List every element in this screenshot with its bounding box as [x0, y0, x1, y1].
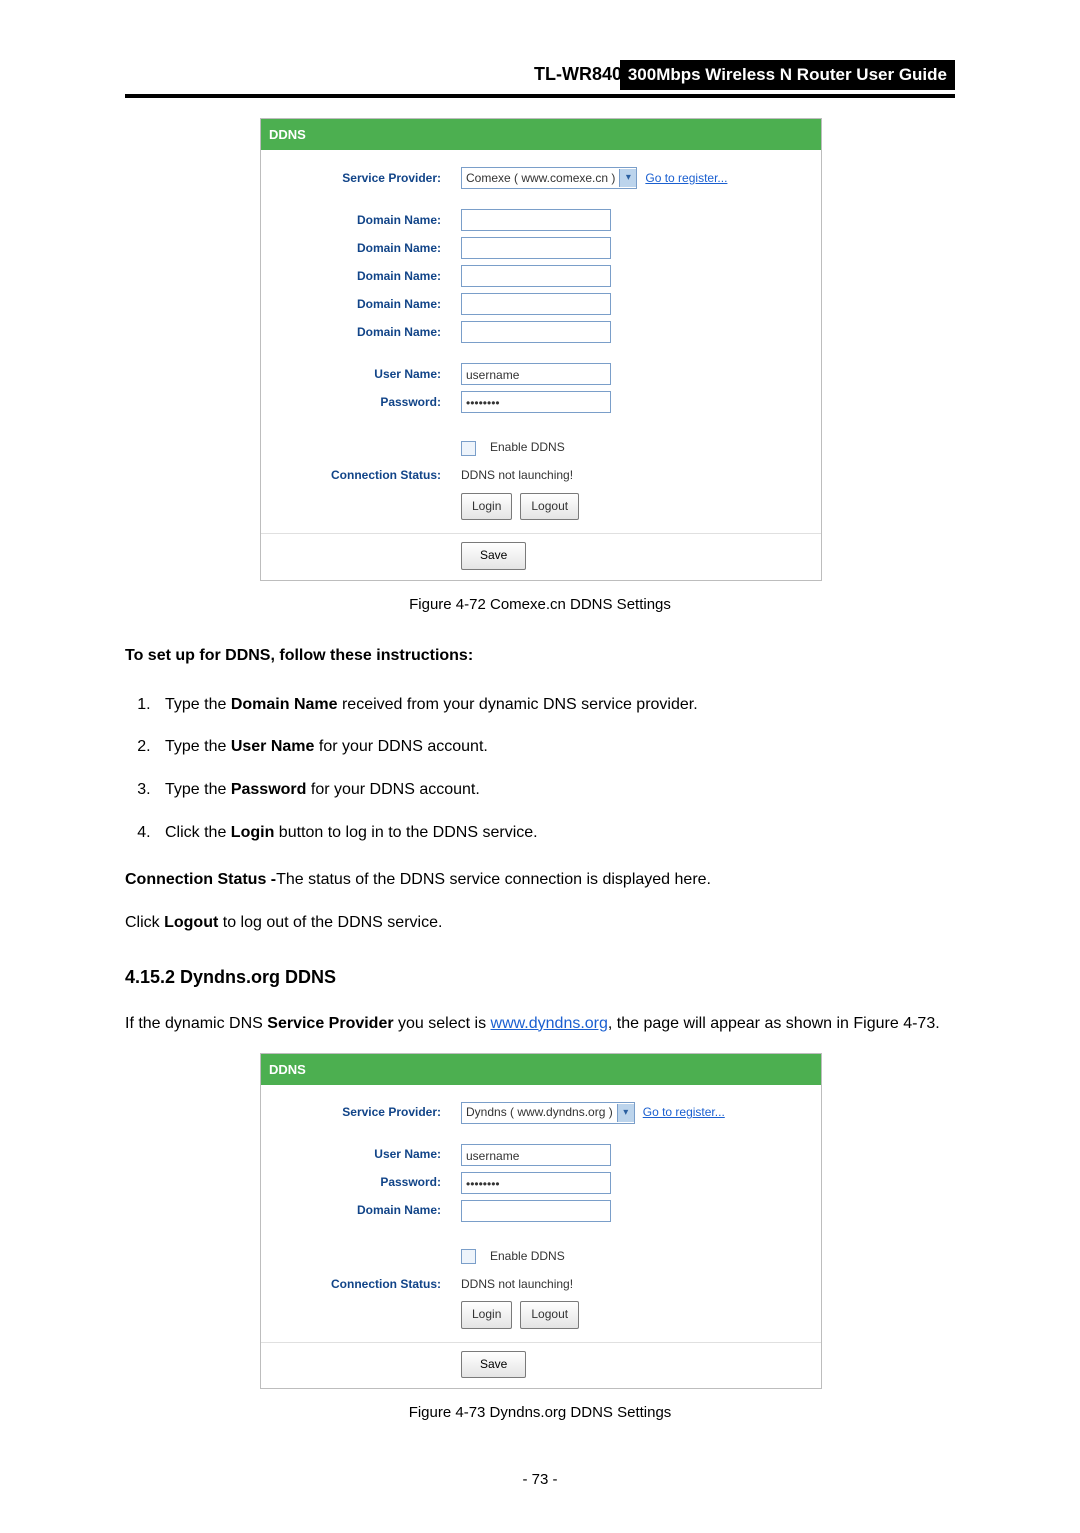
chevron-down-icon: ▾	[617, 1104, 634, 1122]
label-domain-5: Domain Name:	[261, 322, 461, 344]
figure-472: DDNS Service Provider: Comexe ( www.come…	[260, 118, 820, 581]
username-input[interactable]: username	[461, 1144, 611, 1166]
save-button[interactable]: Save	[461, 1351, 526, 1379]
register-link[interactable]: Go to register...	[645, 168, 727, 190]
service-provider-select[interactable]: Dyndns ( www.dyndns.org ) ▾	[461, 1102, 635, 1124]
label-password: Password:	[261, 1172, 461, 1194]
label-connection-status: Connection Status:	[261, 1274, 461, 1296]
step-3: Type the Password for your DDNS account.	[155, 776, 955, 805]
login-button[interactable]: Login	[461, 1301, 512, 1329]
domain-input[interactable]	[461, 1200, 611, 1222]
label-connection-status: Connection Status:	[261, 465, 461, 487]
dyndns-link[interactable]: www.dyndns.org	[491, 1015, 608, 1032]
logout-note: Click Logout to log out of the DDNS serv…	[125, 909, 955, 938]
logout-button[interactable]: Logout	[520, 1301, 579, 1329]
label-domain: Domain Name:	[261, 1200, 461, 1222]
enable-ddns-checkbox[interactable]	[461, 441, 476, 456]
label-domain-3: Domain Name:	[261, 266, 461, 288]
domain-input-3[interactable]	[461, 265, 611, 287]
login-button[interactable]: Login	[461, 493, 512, 521]
enable-ddns-label: Enable DDNS	[490, 437, 565, 459]
label-service-provider: Service Provider:	[261, 168, 461, 190]
enable-ddns-checkbox[interactable]	[461, 1249, 476, 1264]
instructions-list: Type the Domain Name received from your …	[125, 691, 955, 848]
connection-status-note: Connection Status -The status of the DDN…	[125, 866, 955, 895]
section-intro: If the dynamic DNS Service Provider you …	[125, 1010, 955, 1039]
username-input[interactable]: username	[461, 363, 611, 385]
doc-header: TL-WR840N 300Mbps Wireless N Router User…	[125, 60, 955, 98]
label-domain-2: Domain Name:	[261, 238, 461, 260]
label-service-provider: Service Provider:	[261, 1102, 461, 1124]
step-1: Type the Domain Name received from your …	[155, 691, 955, 720]
label-username: User Name:	[261, 1144, 461, 1166]
service-provider-select[interactable]: Comexe ( www.comexe.cn ) ▾	[461, 167, 637, 189]
doc-title: 300Mbps Wireless N Router User Guide	[620, 60, 955, 90]
section-heading: 4.15.2 Dyndns.org DDNS	[125, 961, 955, 993]
label-domain-1: Domain Name:	[261, 210, 461, 232]
panel-title: DDNS	[261, 1054, 821, 1085]
password-input[interactable]: ••••••••	[461, 1172, 611, 1194]
domain-input-2[interactable]	[461, 237, 611, 259]
domain-input-4[interactable]	[461, 293, 611, 315]
status-text: DDNS not launching!	[461, 465, 573, 487]
save-button[interactable]: Save	[461, 542, 526, 570]
figure-473: DDNS Service Provider: Dyndns ( www.dynd…	[260, 1053, 820, 1390]
page-number: - 73 -	[125, 1466, 955, 1493]
instructions-heading: To set up for DDNS, follow these instruc…	[125, 642, 955, 671]
domain-input-1[interactable]	[461, 209, 611, 231]
password-input[interactable]: ••••••••	[461, 391, 611, 413]
logout-button[interactable]: Logout	[520, 493, 579, 521]
ddns-panel-comexe: DDNS Service Provider: Comexe ( www.come…	[260, 118, 822, 581]
chevron-down-icon: ▾	[619, 169, 636, 187]
register-link[interactable]: Go to register...	[643, 1102, 725, 1124]
domain-input-5[interactable]	[461, 321, 611, 343]
label-username: User Name:	[261, 364, 461, 386]
figure-473-caption: Figure 4-73 Dyndns.org DDNS Settings	[125, 1399, 955, 1426]
enable-ddns-label: Enable DDNS	[490, 1246, 565, 1268]
figure-472-caption: Figure 4-72 Comexe.cn DDNS Settings	[125, 591, 955, 618]
status-text: DDNS not launching!	[461, 1274, 573, 1296]
step-4: Click the Login button to log in to the …	[155, 819, 955, 848]
label-password: Password:	[261, 392, 461, 414]
ddns-panel-dyndns: DDNS Service Provider: Dyndns ( www.dynd…	[260, 1053, 822, 1390]
panel-title: DDNS	[261, 119, 821, 150]
step-2: Type the User Name for your DDNS account…	[155, 733, 955, 762]
label-domain-4: Domain Name:	[261, 294, 461, 316]
